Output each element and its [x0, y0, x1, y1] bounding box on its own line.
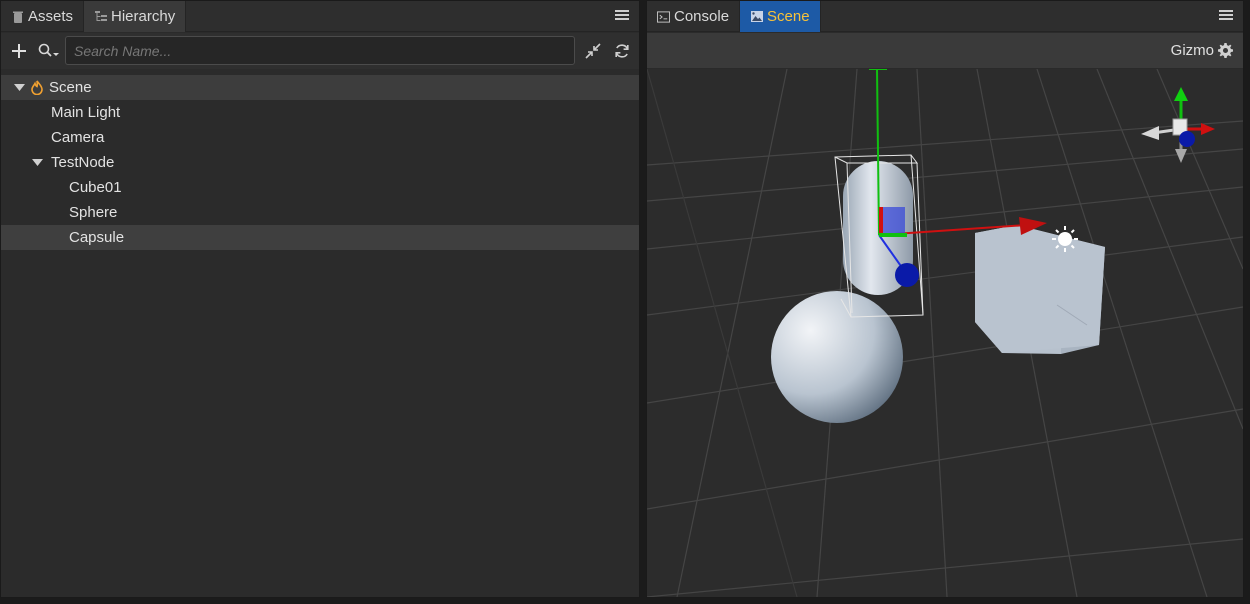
gizmo-label: Gizmo	[1170, 42, 1214, 59]
trash-icon	[11, 10, 24, 23]
tab-hierarchy-label: Hierarchy	[111, 8, 176, 25]
left-tabbar: Assets Hierarchy	[1, 1, 639, 32]
orientation-gizmo-icon[interactable]	[1141, 87, 1215, 163]
collapse-all-button[interactable]	[580, 38, 606, 64]
tab-scene[interactable]: Scene	[740, 1, 821, 32]
search-dropdown-icon	[38, 43, 59, 57]
expand-arrow-icon[interactable]	[31, 157, 43, 169]
tree-item-sphere[interactable]: Sphere	[1, 200, 639, 225]
expand-arrow-icon[interactable]	[13, 82, 25, 94]
hierarchy-toolbar	[1, 33, 639, 69]
tab-console[interactable]: Console	[647, 1, 741, 32]
refresh-button[interactable]	[609, 38, 635, 64]
scene-flame-icon	[31, 80, 43, 95]
tree-item-main-light[interactable]: Main Light	[1, 100, 639, 125]
hierarchy-icon	[94, 10, 107, 23]
scene-panel: Console Scene Gizmo	[646, 0, 1244, 598]
tree-item-label: Scene	[49, 79, 92, 96]
tree-item-label: Main Light	[51, 104, 121, 121]
console-icon	[657, 10, 670, 23]
scene-toolbar: Gizmo	[647, 33, 1243, 69]
tree-item-label: TestNode	[51, 154, 115, 171]
plus-icon	[12, 44, 26, 58]
hierarchy-panel: Assets Hierarchy Search Name... Scene Ma…	[0, 0, 640, 598]
gear-icon	[1218, 43, 1233, 58]
tree-item-label: Camera	[51, 129, 105, 146]
tab-hierarchy[interactable]: Hierarchy	[84, 1, 187, 32]
tab-assets[interactable]: Assets	[1, 1, 85, 32]
tab-console-label: Console	[674, 8, 730, 25]
tree-item-cube01[interactable]: Cube01	[1, 175, 639, 200]
right-tabbar: Console Scene	[647, 1, 1243, 32]
panel-menu-icon[interactable]	[1219, 8, 1233, 22]
tree-item-testnode[interactable]: TestNode	[1, 150, 639, 175]
tree-item-label: Sphere	[69, 204, 118, 221]
gizmo-button[interactable]: Gizmo	[1171, 42, 1233, 59]
add-node-button[interactable]	[6, 38, 32, 64]
scene-viewport[interactable]	[647, 68, 1243, 597]
ground-grid	[647, 68, 1243, 597]
refresh-icon	[615, 44, 629, 58]
tree-item-camera[interactable]: Camera	[1, 125, 639, 150]
search-input[interactable]	[65, 36, 575, 65]
scene-icon	[750, 10, 763, 23]
tree-item-scene[interactable]: Scene	[1, 75, 639, 100]
hierarchy-tree: Scene Main Light Camera TestNode Cube01 …	[1, 75, 639, 250]
collapse-icon	[585, 43, 601, 59]
tab-scene-label: Scene	[767, 8, 810, 25]
tree-item-capsule[interactable]: Capsule	[1, 225, 639, 250]
tab-assets-label: Assets	[28, 8, 74, 25]
panel-menu-icon[interactable]	[615, 8, 629, 22]
sphere-mesh[interactable]	[771, 291, 903, 423]
cube-mesh[interactable]	[975, 225, 1105, 354]
tree-item-label: Cube01	[69, 179, 122, 196]
tree-item-label: Capsule	[69, 229, 125, 246]
scene-canvas[interactable]	[647, 68, 1243, 597]
search-type-button[interactable]	[36, 38, 62, 64]
